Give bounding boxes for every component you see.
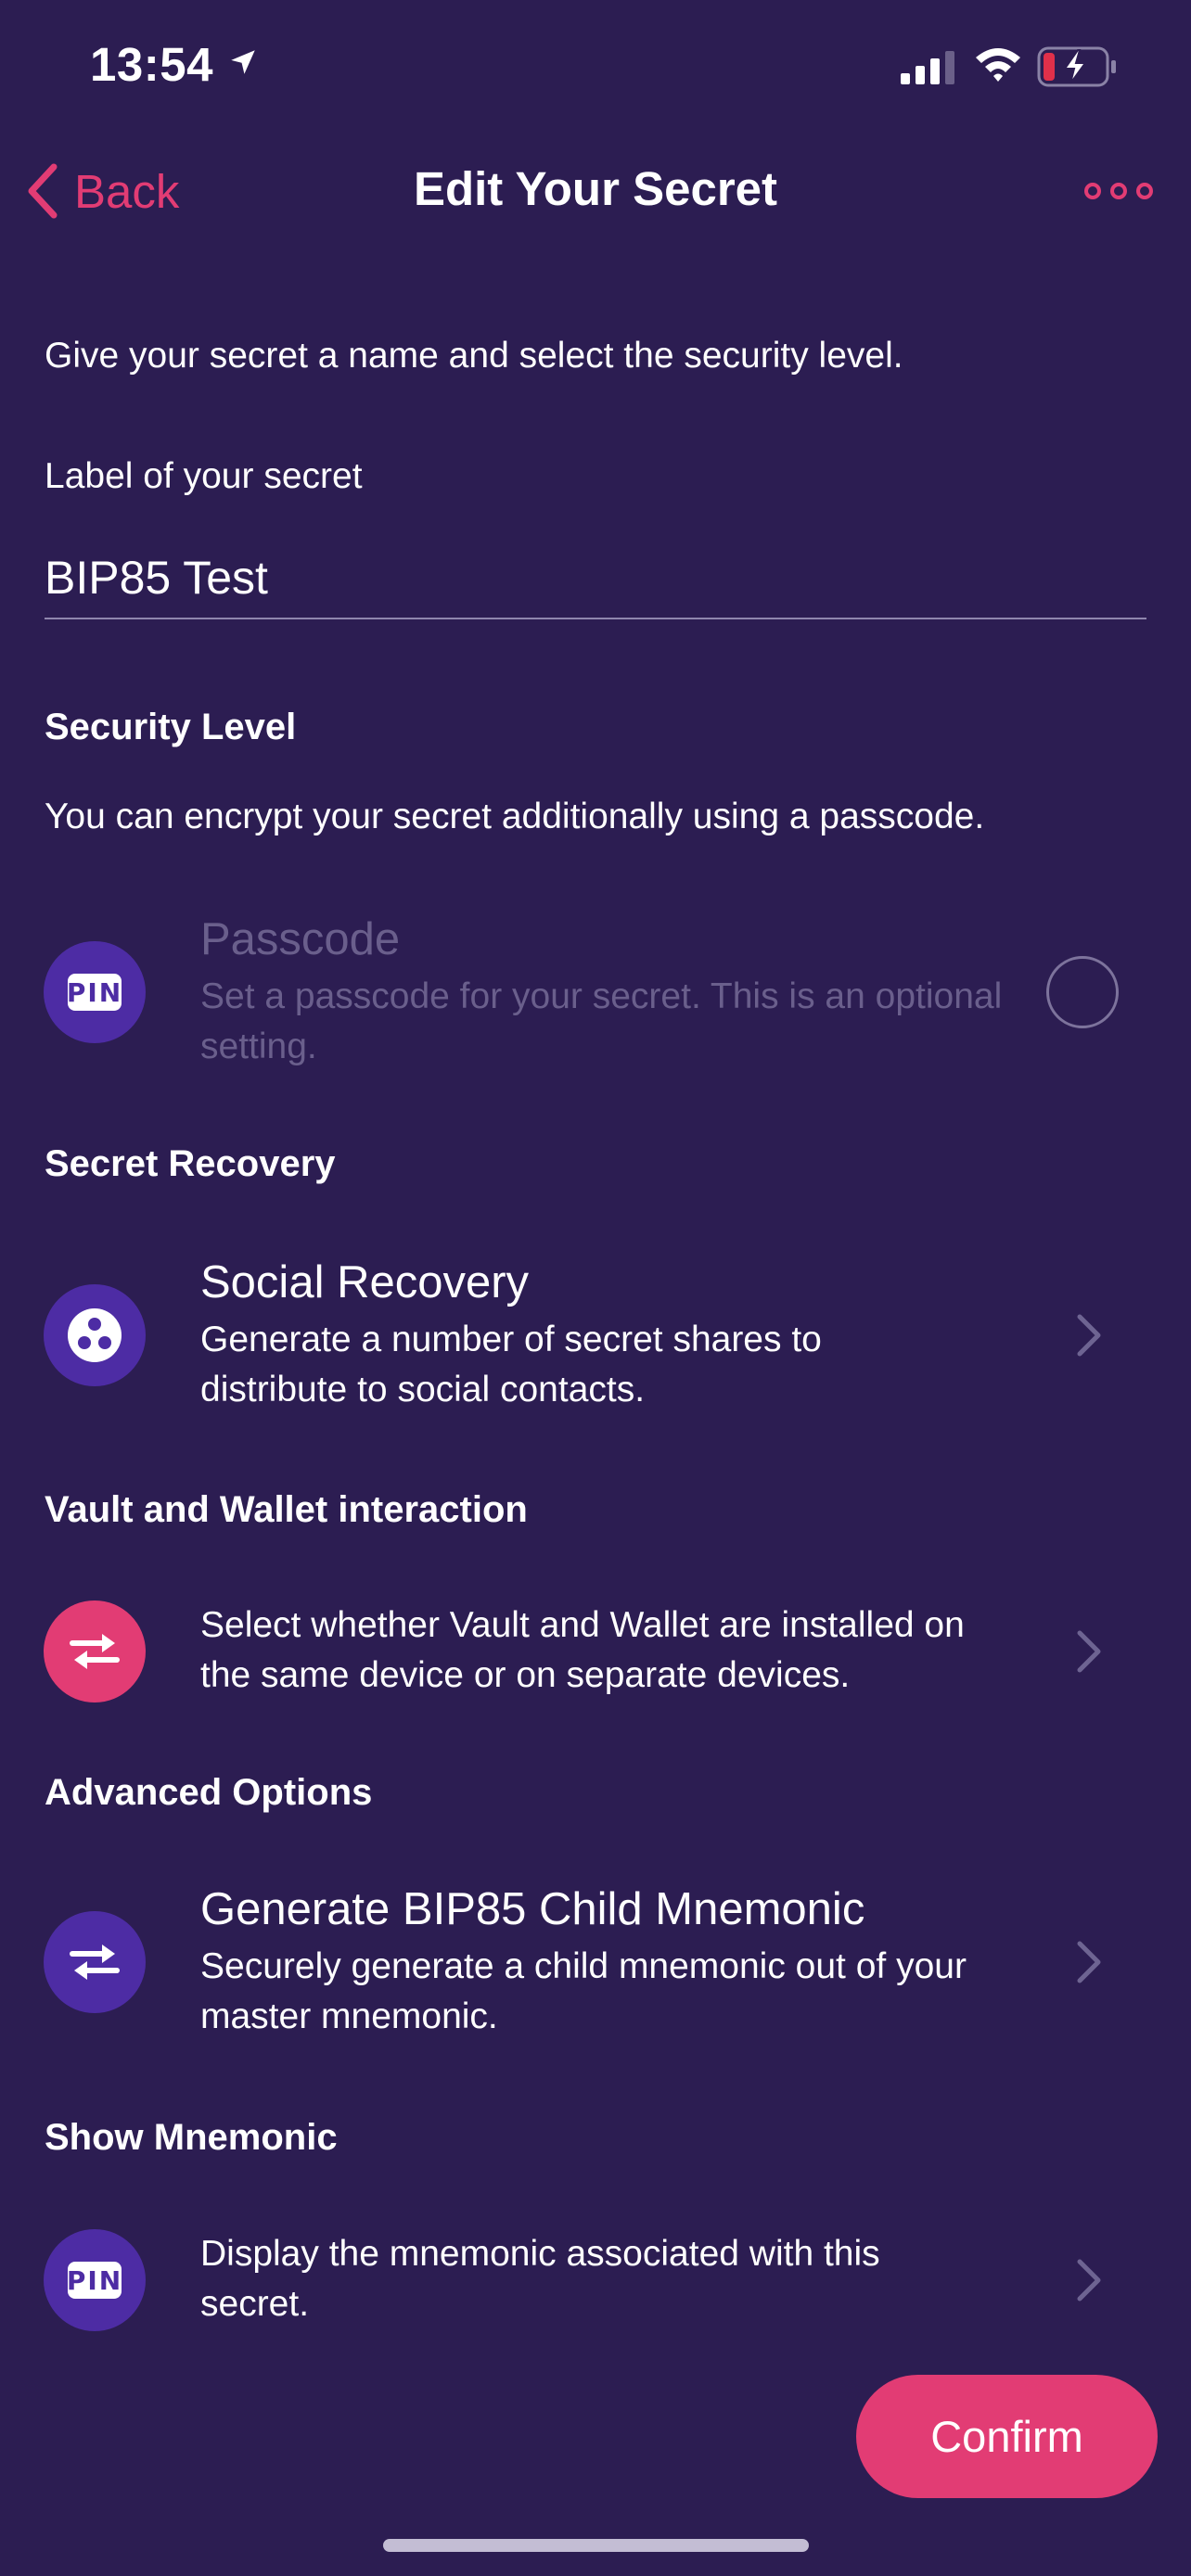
passcode-description: Set a passcode for your secret. This is … — [200, 976, 1003, 1066]
security-level-description: You can encrypt your secret additionally… — [45, 797, 985, 836]
intro-text: Give your secret a name and select the s… — [45, 336, 903, 376]
passcode-title: Passcode — [200, 914, 401, 964]
page-title: Edit Your Secret — [413, 162, 778, 215]
passcode-icon: PIN — [44, 941, 146, 1043]
secret-label-caption: Label of your secret — [45, 456, 363, 496]
more-options-icon[interactable] — [1083, 176, 1154, 206]
social-recovery-title: Social Recovery — [200, 1257, 530, 1307]
secret-recovery-heading: Secret Recovery — [45, 1143, 336, 1184]
bip85-description: Securely generate a child mnemonic out o… — [200, 1946, 967, 2036]
confirm-button[interactable]: Confirm — [856, 2375, 1158, 2498]
bip85-option[interactable]: Generate BIP85 Child Mnemonic Securely g… — [0, 1869, 1191, 2055]
secret-label-input[interactable] — [45, 538, 1146, 619]
chevron-right-icon — [1077, 1941, 1101, 1983]
advanced-options-heading: Advanced Options — [45, 1772, 373, 1813]
battery-charging-icon — [1037, 46, 1116, 87]
vault-wallet-description: Select whether Vault and Wallet are inst… — [200, 1605, 965, 1695]
wifi-icon — [976, 48, 1020, 82]
show-mnemonic-heading: Show Mnemonic — [45, 2117, 338, 2158]
chevron-right-icon — [1077, 1630, 1101, 1673]
home-indicator[interactable] — [383, 2539, 809, 2552]
show-mnemonic-description: Display the mnemonic associated with thi… — [200, 2234, 880, 2324]
passcode-option[interactable]: PIN Passcode Set a passcode for your sec… — [0, 899, 1191, 1085]
swap-arrows-icon — [44, 1600, 146, 1702]
location-arrow-icon — [231, 50, 255, 74]
show-mnemonic-option[interactable]: PIN Display the mnemonic associated with… — [0, 2205, 1191, 2353]
vault-wallet-option[interactable]: Select whether Vault and Wallet are inst… — [0, 1576, 1191, 1725]
cellular-signal-icon — [901, 51, 954, 84]
social-recovery-option[interactable]: Social Recovery Generate a number of sec… — [0, 1243, 1191, 1428]
chevron-right-icon — [1077, 1314, 1101, 1357]
security-level-heading: Security Level — [45, 707, 297, 747]
status-time: 13:54 — [90, 38, 213, 91]
vault-wallet-heading: Vault and Wallet interaction — [45, 1489, 528, 1530]
social-recovery-description: Generate a number of secret shares to di… — [200, 1320, 822, 1409]
pin-icon: PIN — [44, 2229, 146, 2331]
chevron-right-icon — [1077, 2259, 1101, 2302]
edit-secret-screen: 13:54 Back Edit Your Secret Give your se… — [0, 0, 1191, 2576]
people-dots-icon — [68, 1308, 122, 1362]
social-recovery-icon — [44, 1284, 146, 1386]
bip85-title: Generate BIP85 Child Mnemonic — [200, 1884, 865, 1934]
swap-arrows-icon — [44, 1911, 146, 2013]
passcode-radio[interactable] — [1046, 956, 1119, 1028]
